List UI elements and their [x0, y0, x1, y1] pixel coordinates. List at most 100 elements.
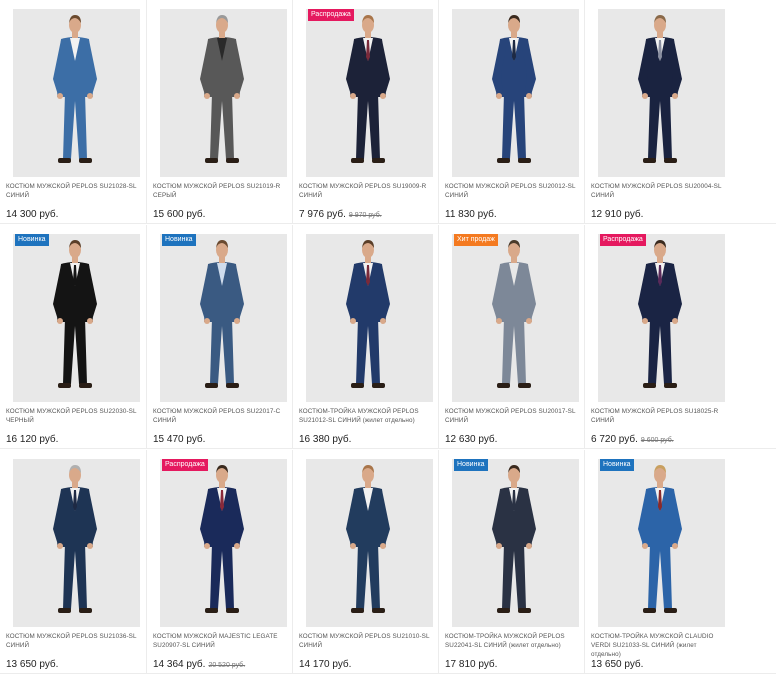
left-shoe [205, 158, 218, 163]
product-title-note[interactable]: (жилет отдельно) [509, 642, 561, 649]
product-title[interactable]: КОСТЮМ МУЖСКОЙ PEPLOS SU19009-R СИНИЙ [299, 182, 433, 200]
product-title-text[interactable]: КОСТЮМ МУЖСКОЙ PEPLOS SU19009-R СИНИЙ [299, 183, 426, 199]
product-title[interactable]: КОСТЮМ-ТРОЙКА МУЖСКОЙ CLAUDIO VERDI SU21… [591, 632, 725, 659]
right-hand [87, 318, 93, 324]
product-photo[interactable]: Новинка [598, 459, 725, 627]
product-card[interactable]: Новинка КОСТЮМ-ТРОЙКА МУЖСКОЙ PEPLOS SU22… [438, 450, 584, 674]
product-photo[interactable] [13, 9, 140, 177]
product-title-text[interactable]: КОСТЮМ МУЖСКОЙ PEPLOS SU22017-C СИНИЙ [153, 408, 280, 424]
product-card[interactable]: Распродажа КОСТЮМ МУЖСКОЙ PEPLOS SU18025-… [584, 225, 776, 449]
product-card[interactable]: Новинка КОСТЮМ-ТРОЙКА МУЖСКОЙ CLAUDIO VER… [584, 450, 776, 674]
product-old-price: 20 520 руб. [208, 662, 246, 669]
product-title[interactable]: КОСТЮМ МУЖСКОЙ PEPLOS SU22030-SL ЧЕРНЫЙ [6, 407, 140, 425]
product-title[interactable]: КОСТЮМ МУЖСКОЙ PEPLOS SU22017-C СИНИЙ [153, 407, 287, 425]
product-title[interactable]: КОСТЮМ МУЖСКОЙ PEPLOS SU20004-SL СИНИЙ [591, 182, 725, 200]
product-price-row: 13 650 руб. [6, 659, 58, 670]
right-hand [672, 318, 678, 324]
product-price: 6 720 руб. [591, 434, 638, 445]
product-photo[interactable]: Распродажа [306, 9, 433, 177]
product-title-text[interactable]: КОСТЮМ МУЖСКОЙ PEPLOS SU21019-R СЕРЫЙ [153, 183, 280, 199]
product-price-row: 14 364 руб. 20 520 руб. [153, 659, 245, 670]
product-photo[interactable] [306, 234, 433, 402]
product-card[interactable]: КОСТЮМ МУЖСКОЙ PEPLOS SU20012-SL СИНИЙ 11… [438, 0, 584, 224]
product-card[interactable]: КОСТЮМ МУЖСКОЙ PEPLOS SU21028-SL СИНИЙ 14… [0, 0, 146, 224]
trousers [648, 318, 672, 384]
product-title[interactable]: КОСТЮМ МУЖСКОЙ MAJESTIC LEGATE SU20907-S… [153, 632, 287, 650]
product-title-text[interactable]: КОСТЮМ МУЖСКОЙ PEPLOS SU22030-SL ЧЕРНЫЙ [6, 408, 136, 424]
product-title-text[interactable]: КОСТЮМ МУЖСКОЙ PEPLOS SU20012-SL СИНИЙ [445, 183, 575, 199]
product-price-row: 15 600 руб. [153, 209, 205, 220]
product-card[interactable]: КОСТЮМ МУЖСКОЙ PEPLOS SU21036-SL СИНИЙ 13… [0, 450, 146, 674]
model-figure [346, 465, 390, 613]
product-photo[interactable] [598, 9, 725, 177]
product-title[interactable]: КОСТЮМ МУЖСКОЙ PEPLOS SU21028-SL СИНИЙ [6, 182, 140, 200]
product-card[interactable]: Распродажа КОСТЮМ МУЖСКОЙ PEPLOS SU19009-… [292, 0, 438, 224]
product-price: 14 170 руб. [299, 659, 352, 670]
product-title-text[interactable]: КОСТЮМ МУЖСКОЙ MAJESTIC LEGATE SU20907-S… [153, 633, 278, 649]
product-photo[interactable]: Распродажа [598, 234, 725, 402]
product-price-row: 12 910 руб. [591, 209, 643, 220]
product-photo[interactable]: Новинка [452, 459, 579, 627]
left-shoe [351, 158, 364, 163]
model-figure [492, 465, 536, 613]
model-figure [638, 240, 682, 388]
product-title-note[interactable]: (жилет отдельно) [363, 417, 415, 424]
product-card[interactable]: КОСТЮМ МУЖСКОЙ PEPLOS SU20004-SL СИНИЙ 12… [584, 0, 776, 224]
product-badge: Распродажа [308, 9, 354, 21]
product-title[interactable]: КОСТЮМ МУЖСКОЙ PEPLOS SU21036-SL СИНИЙ [6, 632, 140, 650]
product-photo[interactable]: Распродажа [160, 459, 287, 627]
product-card[interactable]: Новинка КОСТЮМ МУЖСКОЙ PEPLOS SU22030-SL … [0, 225, 146, 449]
product-card[interactable]: КОСТЮМ МУЖСКОЙ PEPLOS SU21019-R СЕРЫЙ 15 … [146, 0, 292, 224]
product-badge: Новинка [15, 234, 49, 246]
product-title-text[interactable]: КОСТЮМ МУЖСКОЙ PEPLOS SU20004-SL СИНИЙ [591, 183, 721, 199]
product-title-text[interactable]: КОСТЮМ МУЖСКОЙ PEPLOS SU21028-SL СИНИЙ [6, 183, 136, 199]
product-title-text[interactable]: КОСТЮМ МУЖСКОЙ PEPLOS SU21036-SL СИНИЙ [6, 633, 136, 649]
product-price-row: 17 810 руб. [445, 659, 497, 670]
model-figure [200, 465, 244, 613]
product-price-row: 11 830 руб. [445, 209, 497, 220]
left-hand [204, 318, 210, 324]
right-shoe [79, 383, 92, 388]
product-title[interactable]: КОСТЮМ МУЖСКОЙ PEPLOS SU18025-R СИНИЙ [591, 407, 725, 425]
left-shoe [497, 383, 510, 388]
product-title-text[interactable]: КОСТЮМ МУЖСКОЙ PEPLOS SU21010-SL СИНИЙ [299, 633, 429, 649]
product-card[interactable]: КОСТЮМ-ТРОЙКА МУЖСКОЙ PEPLOS SU21012-SL … [292, 225, 438, 449]
product-price: 13 650 руб. [591, 659, 644, 670]
trousers [210, 93, 234, 159]
right-shoe [79, 158, 92, 163]
product-card[interactable]: Хит продаж КОСТЮМ МУЖСКОЙ PEPLOS SU20017-… [438, 225, 584, 449]
trousers [63, 93, 87, 159]
product-title-text[interactable]: КОСТЮМ МУЖСКОЙ PEPLOS SU18025-R СИНИЙ [591, 408, 718, 424]
left-hand [350, 318, 356, 324]
product-price-row: 15 470 руб. [153, 434, 205, 445]
product-photo[interactable] [452, 9, 579, 177]
product-title[interactable]: КОСТЮМ МУЖСКОЙ PEPLOS SU20012-SL СИНИЙ [445, 182, 579, 200]
product-title[interactable]: КОСТЮМ-ТРОЙКА МУЖСКОЙ PEPLOS SU22041-SL … [445, 632, 579, 650]
model-figure [53, 240, 97, 388]
product-title[interactable]: КОСТЮМ МУЖСКОЙ PEPLOS SU21019-R СЕРЫЙ [153, 182, 287, 200]
left-shoe [351, 608, 364, 613]
product-card[interactable]: Распродажа КОСТЮМ МУЖСКОЙ MAJESTIC LEGATE… [146, 450, 292, 674]
right-shoe [372, 383, 385, 388]
product-price: 16 380 руб. [299, 434, 352, 445]
product-title[interactable]: КОСТЮМ МУЖСКОЙ PEPLOS SU20017-SL СИНИЙ [445, 407, 579, 425]
product-photo[interactable] [306, 459, 433, 627]
product-photo[interactable]: Хит продаж [452, 234, 579, 402]
product-title-text[interactable]: КОСТЮМ МУЖСКОЙ PEPLOS SU20017-SL СИНИЙ [445, 408, 575, 424]
product-title[interactable]: КОСТЮМ МУЖСКОЙ PEPLOS SU21010-SL СИНИЙ [299, 632, 433, 650]
model-figure [638, 15, 682, 163]
product-badge: Распродажа [600, 234, 646, 246]
product-price-row: 14 300 руб. [6, 209, 58, 220]
product-card[interactable]: КОСТЮМ МУЖСКОЙ PEPLOS SU21010-SL СИНИЙ 14… [292, 450, 438, 674]
product-photo[interactable] [13, 459, 140, 627]
left-hand [57, 93, 63, 99]
product-photo[interactable]: Новинка [160, 234, 287, 402]
left-shoe [205, 608, 218, 613]
product-photo[interactable] [160, 9, 287, 177]
trousers [63, 543, 87, 609]
product-photo[interactable]: Новинка [13, 234, 140, 402]
product-title[interactable]: КОСТЮМ-ТРОЙКА МУЖСКОЙ PEPLOS SU21012-SL … [299, 407, 433, 425]
product-price-row: 6 720 руб. 9 600 руб. [591, 434, 674, 445]
product-card[interactable]: Новинка КОСТЮМ МУЖСКОЙ PEPLOS SU22017-C С… [146, 225, 292, 449]
right-hand [234, 93, 240, 99]
